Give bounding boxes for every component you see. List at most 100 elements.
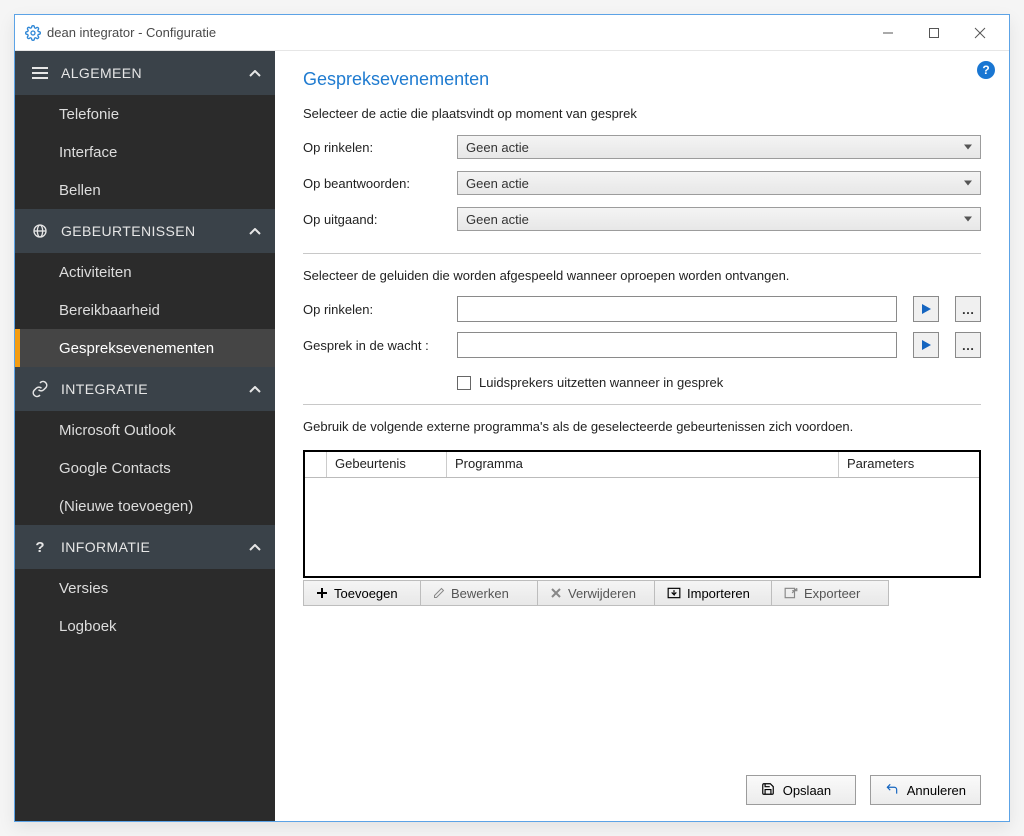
sidebar-item-label: Versies xyxy=(59,580,108,597)
sidebar-item-telefonie[interactable]: Telefonie xyxy=(15,95,275,133)
chevron-up-icon xyxy=(249,539,261,556)
sidebar-item-google-contacts[interactable]: Google Contacts xyxy=(15,449,275,487)
chevron-up-icon xyxy=(249,381,261,398)
sidebar-item-bereikbaarheid[interactable]: Bereikbaarheid xyxy=(15,291,275,329)
action-subtitle: Selecteer de actie die plaatsvindt op mo… xyxy=(303,106,981,121)
save-icon xyxy=(761,782,775,799)
save-button[interactable]: Opslaan xyxy=(746,775,856,805)
browse-button[interactable]: … xyxy=(955,296,981,322)
import-button[interactable]: Importeren xyxy=(654,580,772,606)
table-body[interactable] xyxy=(305,478,979,576)
select-on-answer[interactable]: Geen actie xyxy=(457,171,981,195)
select-on-outgoing[interactable]: Geen actie xyxy=(457,207,981,231)
programs-subtitle: Gebruik de volgende externe programma's … xyxy=(303,419,981,434)
column-spacer xyxy=(305,452,327,477)
sidebar-item-label: Google Contacts xyxy=(59,460,171,477)
sidebar-item-label: Microsoft Outlook xyxy=(59,422,176,439)
section-header-integratie[interactable]: INTEGRATIE xyxy=(15,367,275,411)
sidebar-item-label: Gespreksevenementen xyxy=(59,340,214,357)
undo-icon xyxy=(885,782,899,799)
maximize-button[interactable] xyxy=(911,18,957,48)
sidebar-item-label: Logboek xyxy=(59,618,117,635)
sidebar-item-interface[interactable]: Interface xyxy=(15,133,275,171)
add-button[interactable]: Toevoegen xyxy=(303,580,421,606)
label-sound-ringing: Op rinkelen: xyxy=(303,302,443,317)
divider xyxy=(303,253,981,254)
sidebar-item-outlook[interactable]: Microsoft Outlook xyxy=(15,411,275,449)
select-value: Geen actie xyxy=(466,212,529,227)
sidebar-item-versies[interactable]: Versies xyxy=(15,569,275,607)
sidebar-item-activiteiten[interactable]: Activiteiten xyxy=(15,253,275,291)
sidebar: ALGEMEEN Telefonie Interface Bellen GEBE… xyxy=(15,51,275,821)
footer: Opslaan Annuleren xyxy=(303,761,981,805)
export-button[interactable]: Exporteer xyxy=(771,580,889,606)
label-on-answer: Op beantwoorden: xyxy=(303,176,443,191)
sidebar-item-gespreksevenementen[interactable]: Gespreksevenementen xyxy=(15,329,275,367)
delete-button[interactable]: Verwijderen xyxy=(537,580,655,606)
help-button[interactable]: ? xyxy=(977,61,995,79)
input-sound-hold[interactable] xyxy=(457,332,897,358)
section-label: GEBEURTENISSEN xyxy=(61,223,237,239)
cancel-button[interactable]: Annuleren xyxy=(870,775,981,805)
chevron-up-icon xyxy=(249,65,261,82)
export-icon xyxy=(784,587,798,599)
menu-icon xyxy=(31,66,49,80)
window-title: dean integrator - Configuratie xyxy=(47,25,216,40)
sound-subtitle: Selecteer de geluiden die worden afgespe… xyxy=(303,268,981,283)
mute-speakers-label: Luidsprekers uitzetten wanneer in gespre… xyxy=(479,375,723,390)
x-icon xyxy=(550,587,562,599)
input-sound-ringing[interactable] xyxy=(457,296,897,322)
divider xyxy=(303,404,981,405)
button-label: Opslaan xyxy=(783,783,831,798)
mute-speakers-checkbox[interactable] xyxy=(457,376,471,390)
close-button[interactable] xyxy=(957,18,1003,48)
titlebar: dean integrator - Configuratie xyxy=(15,15,1009,51)
table-header: Gebeurtenis Programma Parameters xyxy=(305,452,979,478)
button-label: Bewerken xyxy=(451,586,509,601)
sidebar-item-add-new[interactable]: (Nieuwe toevoegen) xyxy=(15,487,275,525)
gear-icon xyxy=(25,25,41,41)
section-label: INFORMATIE xyxy=(61,539,237,555)
play-button[interactable] xyxy=(913,296,939,322)
question-icon: ? xyxy=(31,539,49,556)
minimize-button[interactable] xyxy=(865,18,911,48)
sidebar-item-logboek[interactable]: Logboek xyxy=(15,607,275,645)
label-on-outgoing: Op uitgaand: xyxy=(303,212,443,227)
button-label: Importeren xyxy=(687,586,750,601)
button-label: Verwijderen xyxy=(568,586,636,601)
sidebar-item-bellen[interactable]: Bellen xyxy=(15,171,275,209)
sidebar-item-label: Bereikbaarheid xyxy=(59,302,160,319)
column-program[interactable]: Programma xyxy=(447,452,839,477)
programs-table: Gebeurtenis Programma Parameters xyxy=(303,450,981,578)
browse-button[interactable]: … xyxy=(955,332,981,358)
sidebar-item-label: (Nieuwe toevoegen) xyxy=(59,498,193,515)
label-on-ringing: Op rinkelen: xyxy=(303,140,443,155)
main-panel: ? Gespreksevenementen Selecteer de actie… xyxy=(275,51,1009,821)
button-label: Toevoegen xyxy=(334,586,398,601)
sidebar-item-label: Interface xyxy=(59,144,117,161)
sidebar-item-label: Activiteiten xyxy=(59,264,132,281)
sidebar-item-label: Bellen xyxy=(59,182,101,199)
column-params[interactable]: Parameters xyxy=(839,452,979,477)
select-on-ringing[interactable]: Geen actie xyxy=(457,135,981,159)
import-icon xyxy=(667,587,681,599)
app-window: dean integrator - Configuratie ALGEMEEN xyxy=(14,14,1010,822)
section-header-informatie[interactable]: ? INFORMATIE xyxy=(15,525,275,569)
edit-button[interactable]: Bewerken xyxy=(420,580,538,606)
chevron-up-icon xyxy=(249,223,261,240)
sidebar-item-label: Telefonie xyxy=(59,106,119,123)
section-label: ALGEMEEN xyxy=(61,65,237,81)
table-toolbar: Toevoegen Bewerken Verwijderen xyxy=(303,580,981,606)
select-value: Geen actie xyxy=(466,176,529,191)
section-label: INTEGRATIE xyxy=(61,381,237,397)
label-sound-hold: Gesprek in de wacht : xyxy=(303,338,443,353)
button-label: Exporteer xyxy=(804,586,860,601)
plus-icon xyxy=(316,587,328,599)
pencil-icon xyxy=(433,587,445,599)
section-header-algemeen[interactable]: ALGEMEEN xyxy=(15,51,275,95)
section-header-gebeurtenissen[interactable]: GEBEURTENISSEN xyxy=(15,209,275,253)
select-value: Geen actie xyxy=(466,140,529,155)
column-event[interactable]: Gebeurtenis xyxy=(327,452,447,477)
link-icon xyxy=(31,380,49,398)
play-button[interactable] xyxy=(913,332,939,358)
